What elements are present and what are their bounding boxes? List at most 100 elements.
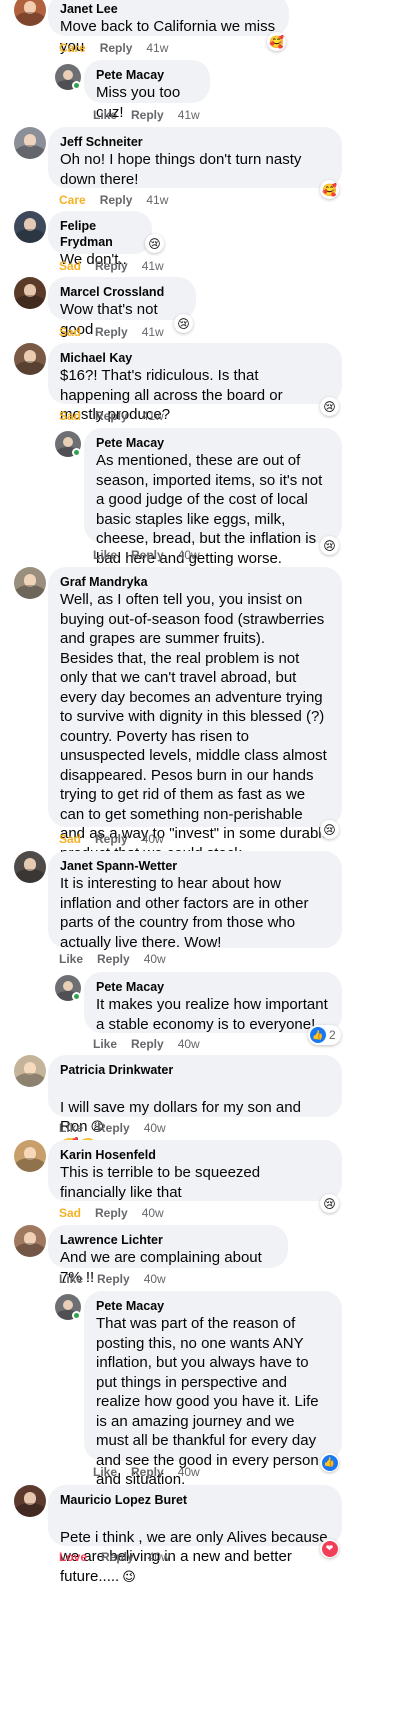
like-button[interactable]: Like — [93, 108, 117, 122]
timestamp[interactable]: 41w — [146, 41, 168, 55]
comment-bubble: Pete Macay It makes you realize how impo… — [84, 972, 342, 1033]
comment-author[interactable]: Janet Spann-Wetter — [60, 858, 330, 874]
like-button[interactable]: Like — [93, 1465, 117, 1479]
like-button[interactable]: Like — [59, 1272, 83, 1286]
timestamp[interactable]: 40w — [144, 1121, 166, 1135]
reaction-count-badge[interactable]: 👍 2 — [308, 1025, 341, 1045]
comment-bubble: Karin Hosenfeld This is terrible to be s… — [48, 1140, 342, 1201]
comment-thread: Janet Lee Move back to California we mis… — [0, 0, 410, 1730]
reply-button[interactable]: Reply — [100, 193, 133, 207]
online-status-dot — [72, 1311, 81, 1320]
comment-text: It is interesting to hear about how infl… — [60, 875, 309, 951]
comment-author[interactable]: Lawrence Lichter — [60, 1232, 276, 1248]
comment-text: Oh no! I hope things don't turn nasty do… — [60, 151, 302, 188]
timestamp[interactable]: 41w — [142, 259, 164, 273]
comment-actions: Like Reply 40w — [93, 547, 200, 563]
like-button[interactable]: Like — [59, 1121, 83, 1135]
comment-author[interactable]: Felipe Frydman — [60, 218, 140, 250]
care-reaction-icon[interactable]: 🥰 — [267, 32, 286, 51]
comment-author[interactable]: Marcel Crossland — [60, 284, 184, 300]
reply-button[interactable]: Reply — [95, 325, 128, 339]
comment-author[interactable]: Jeff Schneiter — [60, 134, 330, 150]
comment-bubble: Patricia Drinkwater I will save my dolla… — [48, 1055, 342, 1155]
comment-text: It makes you realize how important a sta… — [96, 996, 328, 1033]
sad-reaction-icon[interactable]: 😢 — [320, 1194, 339, 1213]
comment-author[interactable]: Graf Mandryka — [60, 574, 330, 590]
avatar[interactable] — [14, 277, 46, 309]
like-button[interactable]: Like — [93, 1037, 117, 1051]
comment-actions: Like Reply 40w — [93, 1464, 200, 1480]
comment-author[interactable]: Karin Hosenfeld — [60, 1147, 330, 1163]
like-reaction-icon[interactable]: 👍 — [320, 1453, 339, 1472]
sad-reaction-icon[interactable]: 😢 — [174, 314, 193, 333]
comment-bubble: Pete Macay Miss you too cuz! — [84, 60, 210, 121]
sad-reaction-button[interactable]: Sad — [59, 1206, 81, 1220]
comment-author[interactable]: Pete Macay — [96, 435, 330, 451]
care-reaction-icon[interactable]: 🥰 — [320, 180, 339, 199]
timestamp[interactable]: 41w — [142, 325, 164, 339]
sad-reaction-icon[interactable]: 😢 — [145, 234, 164, 253]
comment-author[interactable]: Janet Lee — [60, 1, 277, 17]
timestamp[interactable]: 40w — [178, 1037, 200, 1051]
reply-button[interactable]: Reply — [95, 259, 128, 273]
sad-reaction-button[interactable]: Sad — [59, 832, 81, 846]
avatar[interactable] — [14, 211, 46, 243]
comment-actions: Like Reply 40w — [59, 951, 166, 967]
avatar[interactable] — [14, 0, 46, 26]
reply-button[interactable]: Reply — [97, 1272, 130, 1286]
comment-author[interactable]: Pete Macay — [96, 979, 330, 995]
like-button[interactable]: Like — [93, 548, 117, 562]
timestamp[interactable]: 41w — [142, 409, 164, 423]
comment-author[interactable]: Pete Macay — [96, 1298, 330, 1314]
love-reaction-icon[interactable]: ❤ — [320, 1539, 339, 1558]
comment-author[interactable]: Michael Kay — [60, 350, 330, 366]
reply-button[interactable]: Reply — [131, 1465, 164, 1479]
reply-button[interactable]: Reply — [97, 1121, 130, 1135]
comment-bubble: Janet Lee Move back to California we mis… — [48, 0, 289, 55]
like-button[interactable]: Like — [59, 952, 83, 966]
avatar[interactable] — [14, 1055, 46, 1087]
comment-author[interactable]: Patricia Drinkwater — [60, 1062, 330, 1078]
reply-button[interactable]: Reply — [95, 409, 128, 423]
reply-button[interactable]: Reply — [131, 1037, 164, 1051]
avatar[interactable] — [14, 1485, 46, 1517]
avatar[interactable] — [14, 1225, 46, 1257]
timestamp[interactable]: 40w — [178, 1465, 200, 1479]
timestamp[interactable]: 41w — [178, 108, 200, 122]
comment-bubble: Janet Spann-Wetter It is interesting to … — [48, 851, 342, 951]
comment-author[interactable]: Pete Macay — [96, 67, 198, 83]
timestamp[interactable]: 41w — [146, 193, 168, 207]
reply-button[interactable]: Reply — [131, 548, 164, 562]
sad-reaction-icon[interactable]: 😢 — [320, 397, 339, 416]
timestamp[interactable]: 40w — [178, 548, 200, 562]
sad-reaction-icon[interactable]: 😢 — [320, 536, 339, 555]
sad-reaction-button[interactable]: Sad — [59, 325, 81, 339]
love-reaction-button[interactable]: Love — [59, 1550, 87, 1564]
comment-actions: Care Reply 41w — [59, 40, 168, 56]
reply-button[interactable]: Reply — [97, 952, 130, 966]
avatar[interactable] — [14, 851, 46, 883]
reply-button[interactable]: Reply — [95, 1206, 128, 1220]
sad-reaction-icon[interactable]: 😢 — [320, 820, 339, 839]
avatar[interactable] — [14, 1140, 46, 1172]
reply-button[interactable]: Reply — [100, 41, 133, 55]
reply-button[interactable]: Reply — [101, 1550, 134, 1564]
timestamp[interactable]: 40w — [142, 832, 164, 846]
reply-button[interactable]: Reply — [131, 108, 164, 122]
care-reaction-button[interactable]: Care — [59, 193, 86, 207]
reply-button[interactable]: Reply — [95, 832, 128, 846]
timestamp[interactable]: 40w — [144, 1272, 166, 1286]
avatar[interactable] — [14, 567, 46, 599]
timestamp[interactable]: 40w — [142, 1206, 164, 1220]
timestamp[interactable]: 40w — [148, 1550, 170, 1564]
care-reaction-button[interactable]: Care — [59, 41, 86, 55]
sad-reaction-button[interactable]: Sad — [59, 409, 81, 423]
comment-bubble: Pete Macay That was part of the reason o… — [84, 1291, 342, 1488]
comment-actions: Care Reply 41w — [59, 192, 168, 208]
comment-actions: Like Reply 41w — [93, 107, 200, 123]
avatar[interactable] — [14, 343, 46, 375]
avatar[interactable] — [14, 127, 46, 159]
comment-author[interactable]: Mauricio Lopez Buret — [60, 1492, 330, 1508]
timestamp[interactable]: 40w — [144, 952, 166, 966]
sad-reaction-button[interactable]: Sad — [59, 259, 81, 273]
